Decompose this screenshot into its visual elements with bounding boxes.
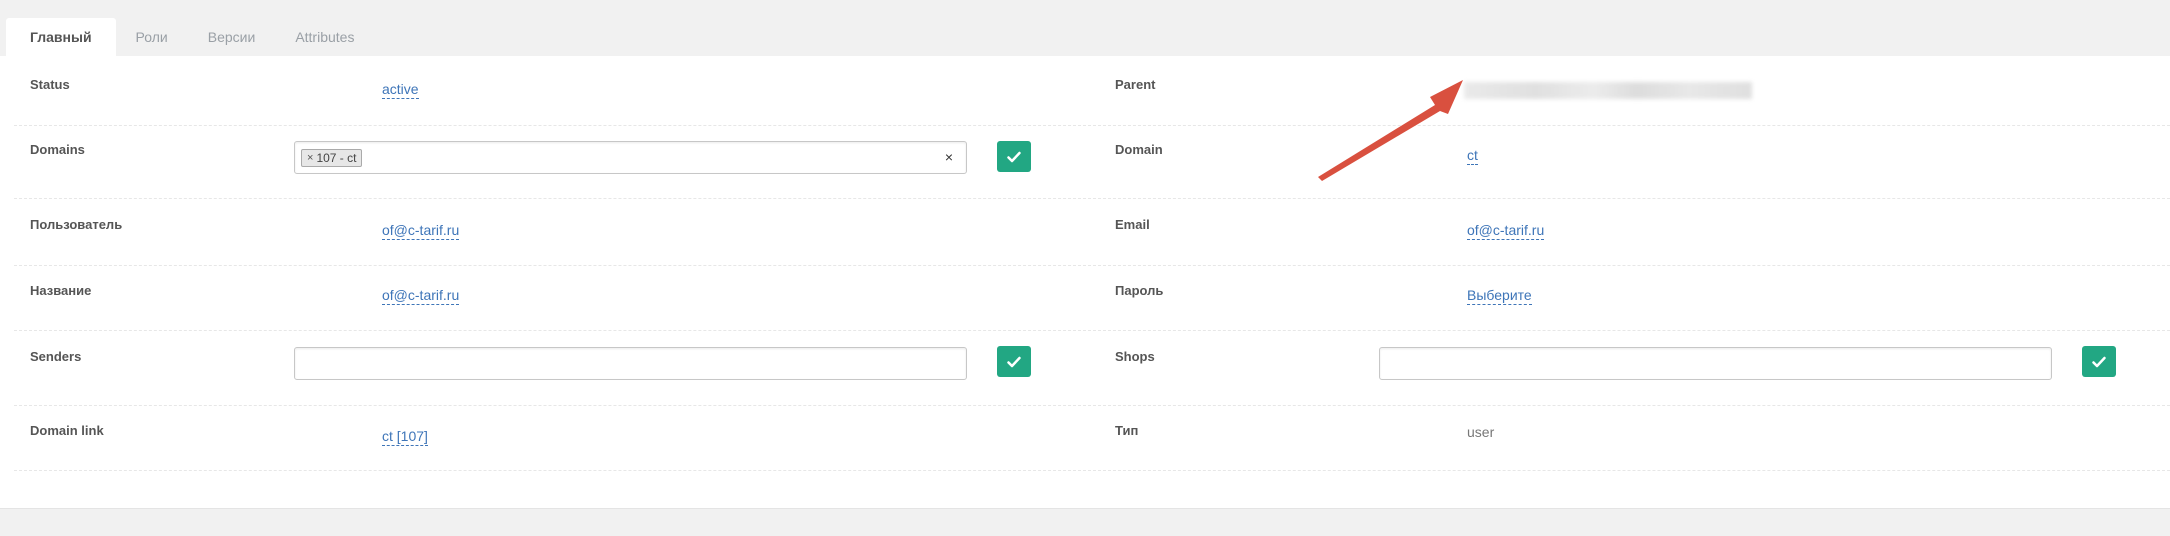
row-divider <box>14 125 2170 126</box>
row-divider <box>14 265 2170 266</box>
check-icon <box>1007 356 1021 367</box>
password-link[interactable]: Выберите <box>1467 287 1532 305</box>
check-icon <box>2092 356 2106 367</box>
check-icon <box>1007 151 1021 162</box>
row-divider <box>14 198 2170 199</box>
email-value: of@c-tarif.ru <box>1467 222 1545 240</box>
user-link[interactable]: of@c-tarif.ru <box>382 222 460 240</box>
type-value: user <box>1467 424 1495 440</box>
tag-remove-icon[interactable]: × <box>307 150 313 166</box>
parent-label: Parent <box>1115 77 1156 92</box>
domains-label: Domains <box>30 142 85 157</box>
email-link[interactable]: of@c-tarif.ru <box>1467 222 1545 240</box>
user-value: of@c-tarif.ru <box>382 222 460 240</box>
user-label: Пользователь <box>30 217 123 232</box>
parent-redacted-value <box>1464 82 1752 99</box>
name-value: of@c-tarif.ru <box>382 287 460 305</box>
tab-bar: Главный Роли Версии Attributes <box>6 18 374 56</box>
senders-confirm-button[interactable] <box>997 346 1031 377</box>
tab-main[interactable]: Главный <box>6 18 116 56</box>
tab-attributes[interactable]: Attributes <box>275 18 374 56</box>
details-panel <box>0 56 2170 508</box>
domain-tag: × 107 - ct <box>301 149 363 167</box>
domain-link-label: Domain link <box>30 423 104 438</box>
clear-icon[interactable]: × <box>945 149 953 165</box>
tab-versions[interactable]: Версии <box>188 18 276 56</box>
domain-link-link[interactable]: ct [107] <box>382 428 428 446</box>
password-label: Пароль <box>1115 283 1164 298</box>
panel-divider <box>0 508 2170 509</box>
shops-confirm-button[interactable] <box>2082 346 2116 377</box>
domain-link-value: ct [107] <box>382 428 428 446</box>
status-link[interactable]: active <box>382 81 419 99</box>
email-label: Email <box>1115 217 1150 232</box>
status-label: Status <box>30 77 70 92</box>
type-label: Тип <box>1115 423 1139 438</box>
senders-label: Senders <box>30 349 82 364</box>
annotation-arrow-icon <box>1318 80 1463 181</box>
row-divider <box>14 330 2170 331</box>
row-divider <box>14 405 2170 406</box>
status-value: active <box>382 81 419 99</box>
tab-roles[interactable]: Роли <box>116 18 188 56</box>
name-label: Название <box>30 283 92 298</box>
senders-select[interactable] <box>294 347 967 380</box>
password-value: Выберите <box>1467 287 1532 305</box>
shops-label: Shops <box>1115 349 1155 364</box>
domains-confirm-button[interactable] <box>997 141 1031 172</box>
row-divider <box>14 470 2170 471</box>
domains-select[interactable]: × 107 - ct × <box>294 141 967 174</box>
shops-select[interactable] <box>1379 347 2052 380</box>
domain-label: Domain <box>1115 142 1163 157</box>
domain-tag-label: 107 - ct <box>316 151 357 165</box>
name-link[interactable]: of@c-tarif.ru <box>382 287 460 305</box>
